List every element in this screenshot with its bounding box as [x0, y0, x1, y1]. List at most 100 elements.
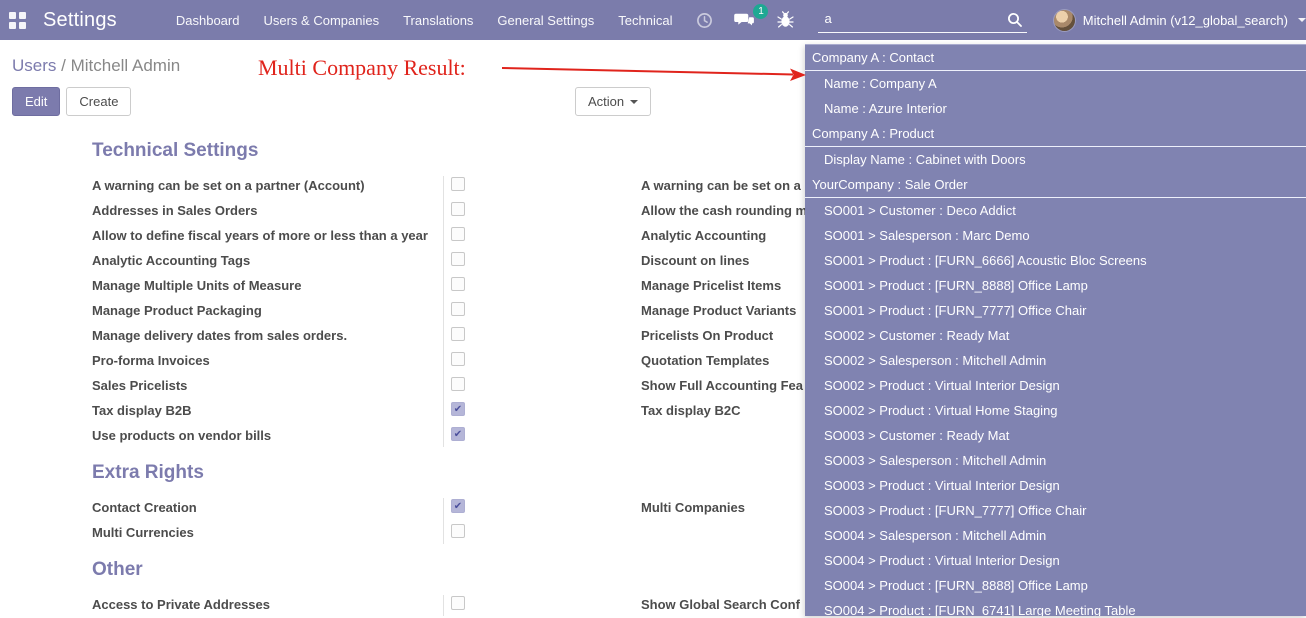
- dropdown-result-item[interactable]: SO003 > Product : [FURN_7777] Office Cha…: [805, 498, 1306, 523]
- global-search-box: [818, 7, 1026, 33]
- setting-label-addresses-in-sales-orders: Addresses in Sales Orders: [92, 203, 257, 218]
- apps-menu-icon[interactable]: [9, 12, 26, 29]
- top-navbar: Settings Dashboard Users & Companies Trans…: [0, 0, 1306, 40]
- dropdown-result-item[interactable]: SO003 > Salesperson : Mitchell Admin: [805, 448, 1306, 473]
- nav-item-general-settings[interactable]: General Settings: [495, 9, 596, 32]
- dropdown-result-item[interactable]: Name : Azure Interior: [805, 96, 1306, 121]
- action-button[interactable]: Action: [575, 87, 651, 116]
- messages-icon[interactable]: 1: [734, 11, 756, 29]
- setting-row: Allow to define fiscal years of more or …: [92, 224, 832, 249]
- dropdown-result-item[interactable]: SO002 > Customer : Ready Mat: [805, 323, 1306, 348]
- checkbox-a-warning-can-be-set-on-a-partner-accoun[interactable]: [451, 177, 465, 191]
- settings-sections: Technical Settings A warning can be set o…: [92, 140, 832, 618]
- setting-row: Manage delivery dates from sales orders.…: [92, 324, 832, 349]
- systray: 1: [696, 11, 794, 29]
- dropdown-result-item[interactable]: SO002 > Salesperson : Mitchell Admin: [805, 348, 1306, 373]
- dropdown-result-item[interactable]: SO001 > Product : [FURN_8888] Office Lam…: [805, 273, 1306, 298]
- setting-row: Sales Pricelists Show Full Accounting Fea: [92, 374, 832, 399]
- app-title[interactable]: Settings: [43, 9, 117, 32]
- checkbox-manage-product-packaging[interactable]: [451, 302, 465, 316]
- nav-item-users-companies[interactable]: Users & Companies: [261, 9, 381, 32]
- checkbox-analytic-accounting-tags[interactable]: [451, 252, 465, 266]
- nav-item-technical[interactable]: Technical: [616, 9, 674, 32]
- setting-label-a-warning-can-be-set-on-a: A warning can be set on a: [641, 178, 801, 193]
- checkbox-use-products-on-vendor-bills[interactable]: ✔: [451, 427, 465, 441]
- create-button[interactable]: Create: [66, 87, 131, 116]
- activities-clock-icon[interactable]: [696, 12, 713, 29]
- chevron-down-icon: [1298, 18, 1306, 22]
- dropdown-result-item[interactable]: SO003 > Product : Virtual Interior Desig…: [805, 473, 1306, 498]
- setting-label-manage-pricelist-items: Manage Pricelist Items: [641, 278, 781, 293]
- section-title: Extra Rights: [92, 462, 832, 484]
- setting-row: Access to Private AddressesShow Global S…: [92, 593, 832, 618]
- setting-label-pro-forma-invoices: Pro-forma Invoices: [92, 353, 210, 368]
- setting-row: Addresses in Sales Orders Allow the cash …: [92, 199, 832, 224]
- setting-row: Contact Creation ✔ Multi Companies: [92, 496, 832, 521]
- setting-label-manage-delivery-dates-from-sales-orders: Manage delivery dates from sales orders.: [92, 328, 347, 343]
- setting-label-quotation-templates: Quotation Templates: [641, 353, 769, 368]
- setting-label-use-products-on-vendor-bills: Use products on vendor bills: [92, 428, 271, 443]
- dropdown-result-item[interactable]: SO004 > Product : Virtual Interior Desig…: [805, 548, 1306, 573]
- setting-label-pricelists-on-product: Pricelists On Product: [641, 328, 773, 343]
- setting-label-manage-product-variants: Manage Product Variants: [641, 303, 796, 318]
- user-menu[interactable]: Mitchell Admin (v12_global_search): [1054, 10, 1306, 31]
- dropdown-result-item[interactable]: SO003 > Customer : Ready Mat: [805, 423, 1306, 448]
- dropdown-group-header: YourCompany : Sale Order: [805, 172, 1306, 198]
- user-avatar: [1054, 10, 1075, 31]
- section-title: Other: [92, 559, 832, 581]
- setting-label-show-full-accounting-fea: Show Full Accounting Fea: [641, 378, 803, 393]
- dropdown-result-item[interactable]: SO002 > Product : Virtual Home Staging: [805, 398, 1306, 423]
- checkbox-allow-to-define-fiscal-years-of-more-or-[interactable]: [451, 227, 465, 241]
- setting-label-analytic-accounting: Analytic Accounting: [641, 228, 766, 243]
- debug-bug-icon[interactable]: [777, 11, 794, 29]
- checkbox-addresses-in-sales-orders[interactable]: [451, 202, 465, 216]
- dropdown-result-item[interactable]: SO004 > Salesperson : Mitchell Admin: [805, 523, 1306, 548]
- dropdown-result-item[interactable]: Name : Company A: [805, 71, 1306, 96]
- checkbox-access-to-private-addresses[interactable]: [451, 596, 465, 610]
- setting-row: Pro-forma Invoices Quotation Templates: [92, 349, 832, 374]
- dropdown-result-item[interactable]: Display Name : Cabinet with Doors: [805, 147, 1306, 172]
- dropdown-result-item[interactable]: SO004 > Product : [FURN_6741] Large Meet…: [805, 598, 1306, 616]
- dropdown-result-item[interactable]: SO001 > Product : [FURN_6666] Acoustic B…: [805, 248, 1306, 273]
- dropdown-result-item[interactable]: SO002 > Product : Virtual Interior Desig…: [805, 373, 1306, 398]
- action-button-label: Action: [588, 94, 624, 109]
- setting-row: A warning can be set on a partner (Accou…: [92, 174, 832, 199]
- global-search-input[interactable]: [818, 11, 1006, 28]
- setting-row: Manage Product Packaging Manage Product V…: [92, 299, 832, 324]
- setting-label-sales-pricelists: Sales Pricelists: [92, 378, 187, 393]
- setting-label-manage-product-packaging: Manage Product Packaging: [92, 303, 262, 318]
- checkbox-manage-delivery-dates-from-sales-orders[interactable]: [451, 327, 465, 341]
- setting-label-contact-creation: Contact Creation: [92, 500, 197, 515]
- search-icon[interactable]: [1007, 12, 1023, 28]
- setting-label-allow-the-cash-rounding-m: Allow the cash rounding m: [641, 203, 807, 218]
- dropdown-result-item[interactable]: SO001 > Salesperson : Marc Demo: [805, 223, 1306, 248]
- global-search-dropdown: Company A : ContactName : Company AName …: [805, 44, 1306, 616]
- annotation-text: Multi Company Result:: [258, 55, 466, 81]
- nav-item-translations[interactable]: Translations: [401, 9, 475, 32]
- setting-label-multi-companies: Multi Companies: [641, 500, 745, 515]
- dropdown-result-item[interactable]: SO004 > Product : [FURN_8888] Office Lam…: [805, 573, 1306, 598]
- user-name: Mitchell Admin (v12_global_search): [1083, 13, 1288, 28]
- checkbox-manage-multiple-units-of-measure[interactable]: [451, 277, 465, 291]
- nav-item-dashboard[interactable]: Dashboard: [174, 9, 242, 32]
- checkbox-sales-pricelists[interactable]: [451, 377, 465, 391]
- toolbar: Edit Create: [12, 87, 131, 116]
- setting-label-multi-currencies: Multi Currencies: [92, 525, 194, 540]
- setting-label-tax-display-b2b: Tax display B2B: [92, 403, 191, 418]
- checkbox-contact-creation[interactable]: ✔: [451, 499, 465, 513]
- section-technical-settings: Technical Settings A warning can be set o…: [92, 140, 832, 449]
- setting-label-allow-to-define-fiscal-years-of-more-or-: Allow to define fiscal years of more or …: [92, 228, 428, 243]
- checkbox-pro-forma-invoices[interactable]: [451, 352, 465, 366]
- setting-row: Manage Multiple Units of MeasureManage P…: [92, 274, 832, 299]
- checkbox-tax-display-b2b[interactable]: ✔: [451, 402, 465, 416]
- section-title: Technical Settings: [92, 140, 832, 162]
- edit-button[interactable]: Edit: [12, 87, 60, 116]
- breadcrumb-users-link[interactable]: Users: [12, 56, 56, 75]
- dropdown-result-item[interactable]: SO001 > Customer : Deco Addict: [805, 198, 1306, 223]
- dropdown-result-item[interactable]: SO001 > Product : [FURN_7777] Office Cha…: [805, 298, 1306, 323]
- section-extra-rights: Extra Rights Contact Creation ✔ Multi Compa…: [92, 462, 832, 546]
- messages-badge: 1: [753, 4, 768, 19]
- setting-label-show-global-search-conf: Show Global Search Conf: [641, 597, 800, 612]
- annotation-arrow: [488, 57, 813, 87]
- checkbox-multi-currencies[interactable]: [451, 524, 465, 538]
